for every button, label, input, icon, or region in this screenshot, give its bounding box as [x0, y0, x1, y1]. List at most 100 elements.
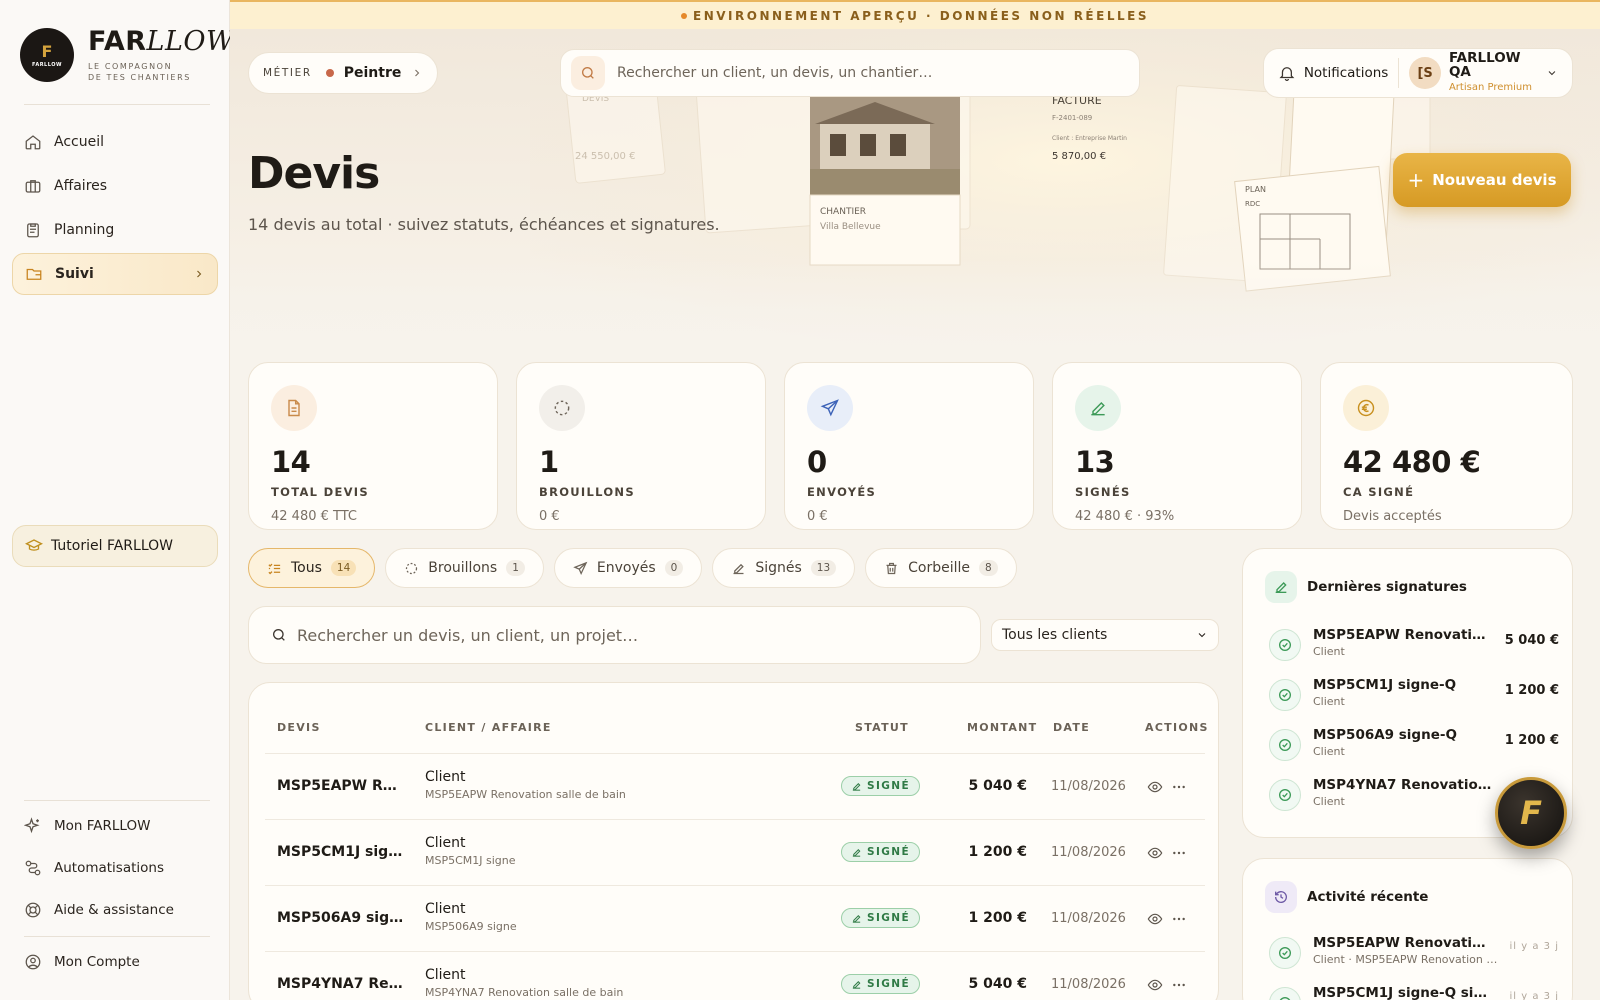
eye-icon[interactable] [1147, 977, 1163, 993]
status-badge: SIGNÉ [841, 974, 921, 994]
eye-icon[interactable] [1147, 779, 1163, 795]
nav-item-automatisations[interactable]: Automatisations [12, 848, 218, 888]
trade-dot [325, 69, 334, 77]
more-icon[interactable] [1171, 779, 1187, 795]
brand-tagline: LE COMPAGNON DE TES CHANTIERS [88, 62, 191, 82]
trade-selector[interactable]: MÉTIER Peintre [248, 52, 439, 94]
check-circle-icon [1269, 779, 1301, 811]
signature-item[interactable]: MSP5EAPW Renovation salle de bain Client… [1269, 623, 1559, 667]
table-row[interactable]: MSP5EAPW Renovation salle de bain Client… [265, 753, 1205, 819]
user-bar: Notifications [S FARLLOW QA Artisan Prem… [1263, 48, 1573, 98]
tab-corbeille[interactable]: Corbeille 8 [865, 548, 1017, 588]
svg-text:PLAN: PLAN [1245, 185, 1266, 194]
nav-item-affaires[interactable]: Affaires [12, 165, 218, 207]
document-icon [271, 385, 317, 431]
eye-icon[interactable] [1147, 911, 1163, 927]
kpi-signed[interactable]: 13 SIGNÉS 42 480 € · 93% [1052, 362, 1302, 530]
table-row[interactable]: MSP5CM1J signe-Q ClientMSP5CM1J signe SI… [265, 819, 1205, 885]
notifications-button[interactable]: Notifications [1304, 65, 1389, 81]
lifebuoy-icon [25, 902, 41, 918]
eye-icon[interactable] [1147, 845, 1163, 861]
svg-text:Villa Bellevue: Villa Bellevue [820, 222, 881, 232]
chevron-down-icon [1198, 633, 1206, 638]
pen-icon [852, 980, 861, 989]
tutorial-button[interactable]: Tutoriel FARLLOW [12, 525, 218, 567]
col-montant[interactable]: MONTANT [967, 721, 1037, 734]
chevron-down-icon[interactable] [1546, 67, 1558, 79]
nav-item-suivi[interactable]: Suivi [12, 253, 218, 295]
global-search[interactable]: Rechercher un client, un devis, un chant… [560, 49, 1140, 97]
workflow-icon [25, 860, 41, 876]
pen-icon [1265, 571, 1297, 603]
status-dot [681, 12, 688, 19]
svg-text:F-2401-089: F-2401-089 [1052, 114, 1092, 122]
svg-text:5 870,00 €: 5 870,00 € [1052, 151, 1106, 162]
bottom-nav: Mon FARLLOW Automatisations Aide & assis… [12, 806, 218, 984]
chevron-right-icon [197, 270, 202, 278]
svg-text:CHANTIER: CHANTIER [820, 207, 866, 217]
new-quote-button[interactable]: + Nouveau devis [1393, 153, 1571, 207]
kpi-total[interactable]: 14 TOTAL DEVIS 42 480 € TTC [248, 362, 498, 530]
nav-item-planning[interactable]: Planning [12, 209, 218, 251]
tab-envoyes[interactable]: Envoyés 0 [553, 548, 703, 588]
col-client[interactable]: CLIENT / AFFAIRE [425, 721, 552, 734]
tab-tous[interactable]: Tous 14 [248, 548, 376, 588]
status-badge: SIGNÉ [841, 842, 921, 862]
dashed-circle-icon [539, 385, 585, 431]
col-date[interactable]: DATE [1053, 721, 1090, 734]
home-icon [25, 135, 41, 150]
page-title: Devis [248, 148, 380, 199]
global-search-input[interactable]: Rechercher un client, un devis, un chant… [617, 65, 932, 81]
col-devis[interactable]: DEVIS [277, 721, 321, 734]
status-tabs: Tous 14 Brouillons 1 Envoyés 0 Signés 13… [248, 548, 1027, 588]
status-badge: SIGNÉ [841, 776, 921, 796]
table-row[interactable]: MSP4YNA7 Renovation salle de bain Client… [265, 951, 1205, 1000]
check-circle-icon [1269, 629, 1301, 661]
user-menu[interactable]: FARLLOW QA Artisan Premium [1449, 51, 1546, 95]
sidebar: F FARLLOW FARLLOW LE COMPAGNON DE TES CH… [0, 0, 234, 1000]
logo-mark: F FARLLOW [20, 27, 74, 82]
pen-icon [733, 563, 745, 574]
brand-logo[interactable]: F FARLLOW FARLLOW LE COMPAGNON DE TES CH… [20, 26, 234, 83]
more-icon[interactable] [1171, 845, 1187, 861]
send-icon [807, 385, 853, 431]
nav-item-mon-compte[interactable]: Mon Compte [12, 942, 218, 982]
col-statut[interactable]: STATUT [855, 721, 909, 734]
activity-item[interactable]: MSP5EAPW Renovation salle de bain signé … [1269, 931, 1559, 975]
plus-icon: + [1407, 168, 1425, 192]
more-icon[interactable] [1171, 977, 1187, 993]
signature-item[interactable]: MSP5CM1J signe-Q Client 1 200 € [1269, 673, 1559, 717]
signature-item[interactable]: MSP506A9 signe-Q Client 1 200 € [1269, 723, 1559, 767]
quote-search[interactable]: Rechercher un devis, un client, un proje… [248, 606, 981, 664]
kpi-sent[interactable]: 0 ENVOYÉS 0 € [784, 362, 1034, 530]
svg-text:24 550,00 €: 24 550,00 € [575, 151, 635, 162]
bell-icon [1279, 67, 1295, 81]
history-icon [1265, 881, 1297, 913]
nav-item-accueil[interactable]: Accueil [12, 121, 218, 163]
client-filter-select[interactable]: Tous les clients [991, 619, 1219, 651]
table-row[interactable]: MSP506A9 signe-Q ClientMSP506A9 signe SI… [265, 885, 1205, 951]
nav-item-aide[interactable]: Aide & assistance [12, 890, 218, 930]
quote-search-input[interactable]: Rechercher un devis, un client, un proje… [297, 626, 638, 645]
kpi-revenue[interactable]: 42 480 € CA SIGNÉ Devis acceptés [1320, 362, 1573, 530]
kpi-drafts[interactable]: 1 BROUILLONS 0 € [516, 362, 766, 530]
clipboard-icon [27, 223, 39, 238]
more-icon[interactable] [1171, 911, 1187, 927]
activity-panel: Activité récente MSP5EAPW Renovation sal… [1242, 858, 1573, 1000]
main-nav: Accueil Affaires Planning Suivi [12, 121, 218, 297]
tab-brouillons[interactable]: Brouillons 1 [385, 548, 544, 588]
pen-icon [852, 848, 861, 857]
preview-banner: ENVIRONNEMENT APERÇU · DONNÉES NON RÉELL… [230, 0, 1600, 29]
svg-text:Client : Entreprise Martin: Client : Entreprise Martin [1052, 135, 1127, 142]
tab-signes[interactable]: Signés 13 [712, 548, 856, 588]
briefcase-icon [25, 180, 41, 193]
page-subtitle: 14 devis au total · suivez statuts, éché… [248, 215, 720, 234]
assistant-fab[interactable]: F [1495, 777, 1567, 849]
pen-icon [852, 782, 861, 791]
quotes-table: DEVIS CLIENT / AFFAIRE STATUT MONTANT DA… [248, 682, 1219, 1000]
activity-item[interactable]: MSP5CM1J signe-Q signé il y a 3 j [1269, 981, 1559, 1000]
avatar[interactable]: [S [1409, 57, 1441, 89]
user-circle-icon [25, 954, 41, 970]
sparkle-icon [24, 817, 40, 834]
nav-item-mon-farllow[interactable]: Mon FARLLOW [12, 806, 218, 846]
